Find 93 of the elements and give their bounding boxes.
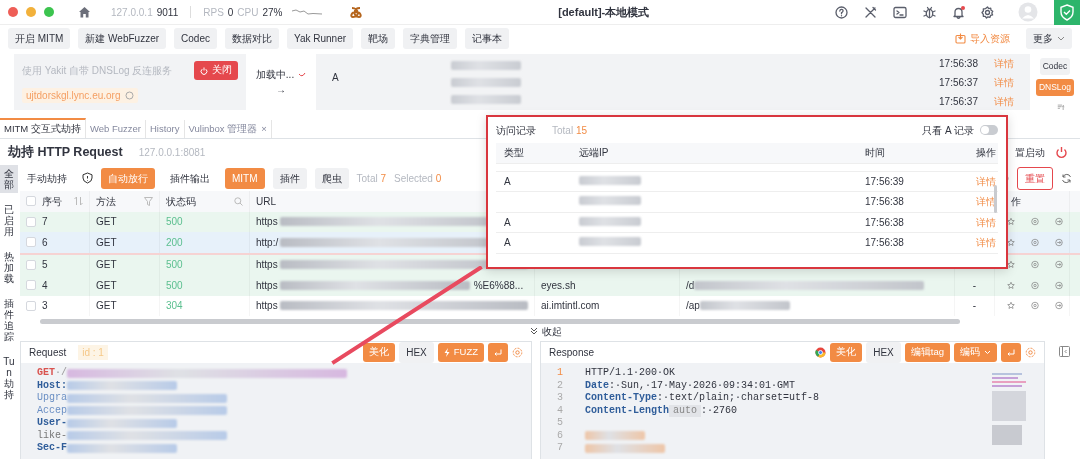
- host-cell-text: ai.imtintl.com: [541, 299, 600, 314]
- status-code: 200: [166, 235, 183, 250]
- header-value: :·text/plain;·charset=utf-8: [657, 392, 820, 405]
- line-number: 1: [556, 367, 563, 380]
- header-name: Content-Length: [585, 404, 669, 417]
- total-count-label: Total 7: [356, 171, 386, 186]
- status-code: 500: [166, 278, 183, 293]
- code-line: ·/: [55, 367, 68, 380]
- column-header: 方法: [96, 194, 116, 209]
- host-cell-text: eyes.sh: [541, 278, 576, 293]
- port-number: 9011: [156, 5, 179, 20]
- path-cell-text: /ap: [686, 299, 700, 314]
- header-name: Content-Type: [585, 392, 657, 405]
- url-cell-text: https: [256, 278, 278, 293]
- column-header: 状态码: [166, 194, 196, 209]
- line-number: 6: [556, 429, 563, 442]
- line-number: 2: [556, 379, 563, 392]
- line-number: 3: [556, 392, 563, 405]
- line-number: 7: [556, 442, 563, 455]
- method-cell-text: GET: [96, 299, 117, 314]
- column-header: URL: [256, 194, 276, 209]
- proxy-address: 127.0.0.1:8081: [138, 145, 206, 160]
- column-header: 时间: [865, 146, 886, 161]
- total-count: 7: [380, 172, 386, 184]
- code-line: HTTP/1.1·200·OK: [585, 367, 675, 380]
- record-type: A: [332, 71, 339, 85]
- domain-text: ujtdorskgl.lync.eu.org: [26, 88, 121, 103]
- popup-title: 访问记录: [496, 123, 536, 138]
- line-number: 5: [556, 417, 563, 430]
- url-cell-text: %E6%88...: [473, 278, 524, 293]
- window-title: [default]-本地模式: [557, 4, 651, 20]
- panel-title: Request: [29, 346, 67, 360]
- row-number: 4: [42, 278, 48, 293]
- rps-label: RPS: [203, 5, 224, 20]
- record-time: 17:56:38: [865, 215, 905, 230]
- record-time: 17:56:38: [865, 195, 905, 210]
- status-code: 500: [166, 258, 183, 273]
- page-title: 劫持 HTTP Request: [8, 143, 123, 161]
- header-value: :·Sun,·17·May·2026·09:34:01·GMT: [609, 379, 796, 392]
- row-number: 7: [42, 215, 48, 230]
- column-header: 远端IP: [579, 146, 610, 161]
- cpu-value: 27%: [262, 5, 283, 20]
- record-time: 17:56:39: [865, 174, 905, 189]
- loading-text: 加载中...: [255, 68, 295, 82]
- total-count: 15: [575, 124, 588, 136]
- status-code: 304: [166, 299, 183, 314]
- filter-label: 只看 A 记录: [922, 123, 974, 138]
- panel-title: Response: [549, 346, 595, 360]
- code-line: Host:: [37, 379, 67, 392]
- header-name: Date: [585, 379, 609, 392]
- record-type: A: [504, 174, 512, 189]
- record-time: 17:56:37: [939, 75, 978, 90]
- url-cell-text: https: [256, 299, 278, 314]
- record-time: 17:56:38: [939, 56, 978, 71]
- cell-value: -: [972, 278, 977, 293]
- method-cell-text: GET: [96, 278, 117, 293]
- url-cell-text: http:/: [256, 235, 279, 250]
- id-chip: id : 1: [78, 345, 108, 360]
- code-line: Upgra: [37, 392, 67, 405]
- code-line: Accep: [37, 404, 67, 417]
- record-time: 17:56:37: [939, 94, 978, 109]
- column-header: 作: [1011, 194, 1021, 209]
- line-number: 4: [556, 404, 563, 417]
- rps-value: 0: [227, 5, 234, 20]
- url-cell-text: https: [256, 215, 278, 230]
- selected-count-label: Selected 0: [394, 171, 442, 186]
- url-cell-text: https: [256, 258, 278, 273]
- total-count-label: Total 15: [552, 123, 588, 138]
- cpu-label: CPU: [237, 5, 259, 20]
- arrow-text: →: [276, 83, 286, 97]
- status-code: 500: [166, 215, 183, 230]
- path-cell-text: /d: [686, 278, 695, 293]
- cell-value: -: [972, 299, 977, 314]
- method-cell-text: GET: [96, 235, 117, 250]
- code-line: GET: [37, 367, 55, 380]
- code-line: like-: [37, 429, 67, 442]
- record-type: A: [504, 215, 512, 230]
- column-header: 序号: [42, 194, 62, 209]
- record-time: 17:56:38: [865, 236, 905, 251]
- column-header: 类型: [504, 146, 525, 161]
- record-type: A: [504, 236, 512, 251]
- inlay-hint: auto: [669, 404, 702, 417]
- selected-count: 0: [435, 172, 442, 184]
- row-number: 3: [42, 299, 48, 314]
- row-number: 6: [42, 235, 48, 250]
- header-value: :·2760: [701, 404, 738, 417]
- method-cell-text: GET: [96, 258, 117, 273]
- code-line: User-: [37, 417, 67, 430]
- method-cell-text: GET: [96, 215, 117, 230]
- row-number: 5: [42, 258, 48, 273]
- host-address: 127.0.0.1: [111, 5, 153, 20]
- column-header: 操作: [976, 146, 997, 161]
- code-line: Sec-F: [37, 442, 67, 455]
